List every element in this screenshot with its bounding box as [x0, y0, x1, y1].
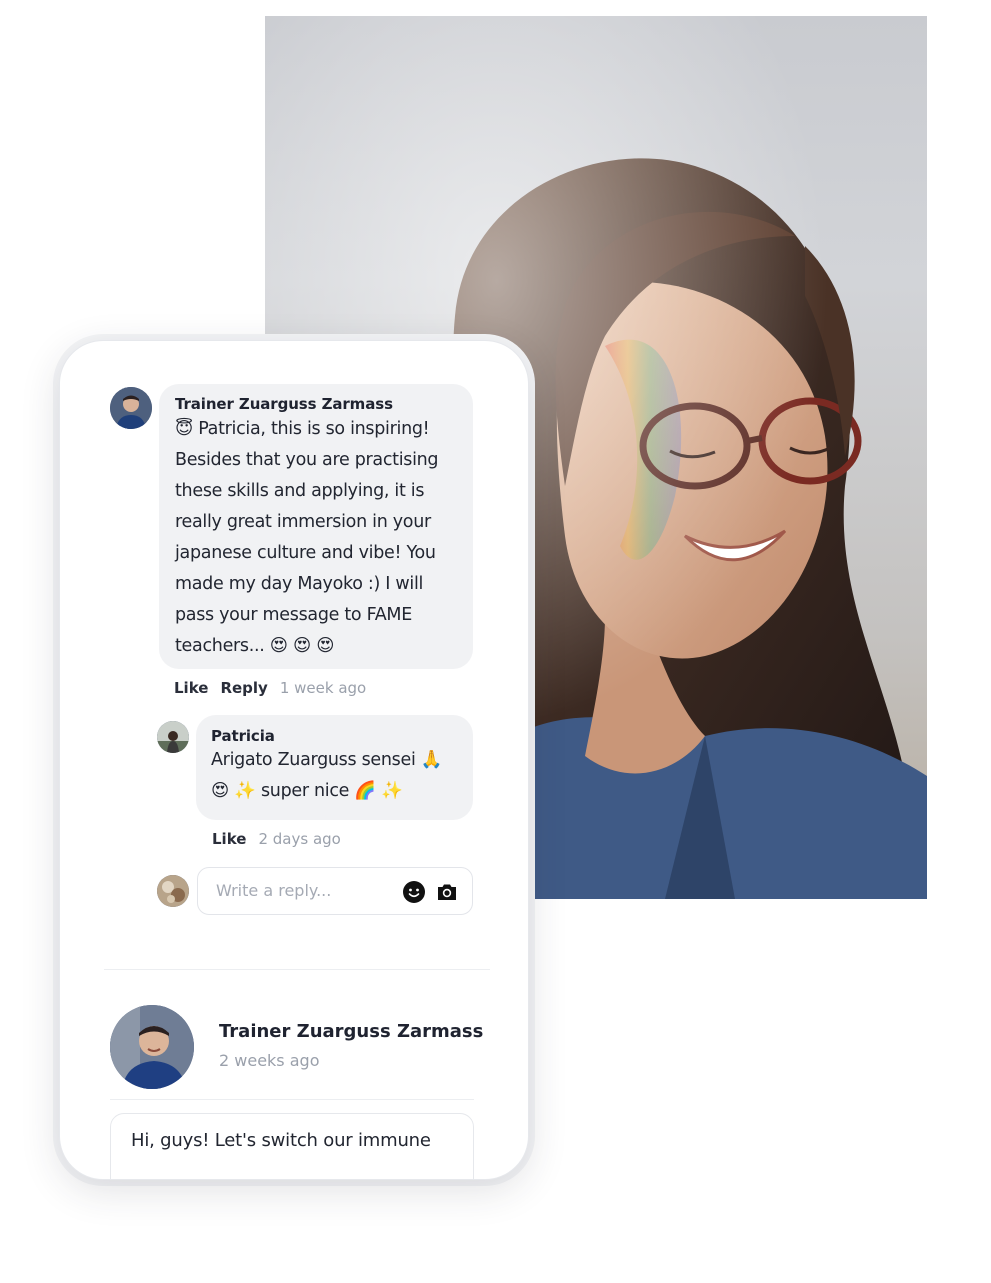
post-author-avatar[interactable] [110, 1005, 194, 1089]
comment-line: really great immersion in your [175, 512, 431, 532]
camera-icon[interactable] [435, 880, 459, 904]
reply-button[interactable]: Reply [220, 679, 267, 697]
comment-line: Besides that you are practising [175, 450, 439, 470]
comment-text: 😇 Patricia, this is so inspiring! Beside… [175, 414, 457, 662]
reply-line: Arigato Zuarguss sensei 🙏 [211, 750, 443, 770]
reply-actions: Like 2 days ago [212, 830, 341, 848]
reply-line: 😍 ✨ super nice 🌈 ✨ [211, 781, 403, 801]
comment-line: teachers... 😍 😍 😍 [175, 636, 335, 656]
like-button[interactable]: Like [174, 679, 208, 697]
post-card[interactable]: Hi, guys! Let's switch our immune [110, 1113, 474, 1179]
reply-like-button[interactable]: Like [212, 830, 246, 848]
smiley-icon[interactable] [402, 880, 426, 904]
comment-line: japanese culture and vibe! You [175, 543, 436, 563]
patricia-avatar[interactable] [157, 721, 189, 753]
comment-line: pass your message to FAME [175, 605, 412, 625]
comment-line: made my day Mayoko :) I will [175, 574, 424, 594]
reply-input[interactable] [214, 880, 388, 901]
current-user-avatar [157, 875, 189, 907]
post-author-name[interactable]: Trainer Zuarguss Zarmass [219, 1021, 483, 1042]
comment-actions: Like Reply 1 week ago [174, 679, 366, 697]
phone-frame: Trainer Zuarguss Zarmass 😇 Patricia, thi… [59, 340, 529, 1180]
post-text: Hi, guys! Let's switch our immune [131, 1130, 431, 1151]
reply-bubble: Patricia Arigato Zuarguss sensei 🙏 😍 ✨ s… [196, 715, 473, 820]
comment-timestamp: 1 week ago [279, 679, 367, 697]
post-divider [110, 1099, 474, 1100]
comment-line: these skills and applying, it is [175, 481, 425, 501]
comment-bubble: Trainer Zuarguss Zarmass 😇 Patricia, thi… [159, 384, 473, 669]
reply-author[interactable]: Patricia [211, 727, 458, 745]
reply-timestamp: 2 days ago [258, 830, 341, 848]
reply-text: Arigato Zuarguss sensei 🙏 😍 ✨ super nice… [211, 745, 458, 807]
post-timestamp: 2 weeks ago [219, 1051, 320, 1070]
comment-line: 😇 Patricia, this is so inspiring! [175, 419, 430, 439]
reply-input-box [197, 867, 473, 915]
trainer-avatar[interactable] [110, 387, 152, 429]
comment-author[interactable]: Trainer Zuarguss Zarmass [175, 395, 457, 413]
section-divider [104, 969, 490, 970]
